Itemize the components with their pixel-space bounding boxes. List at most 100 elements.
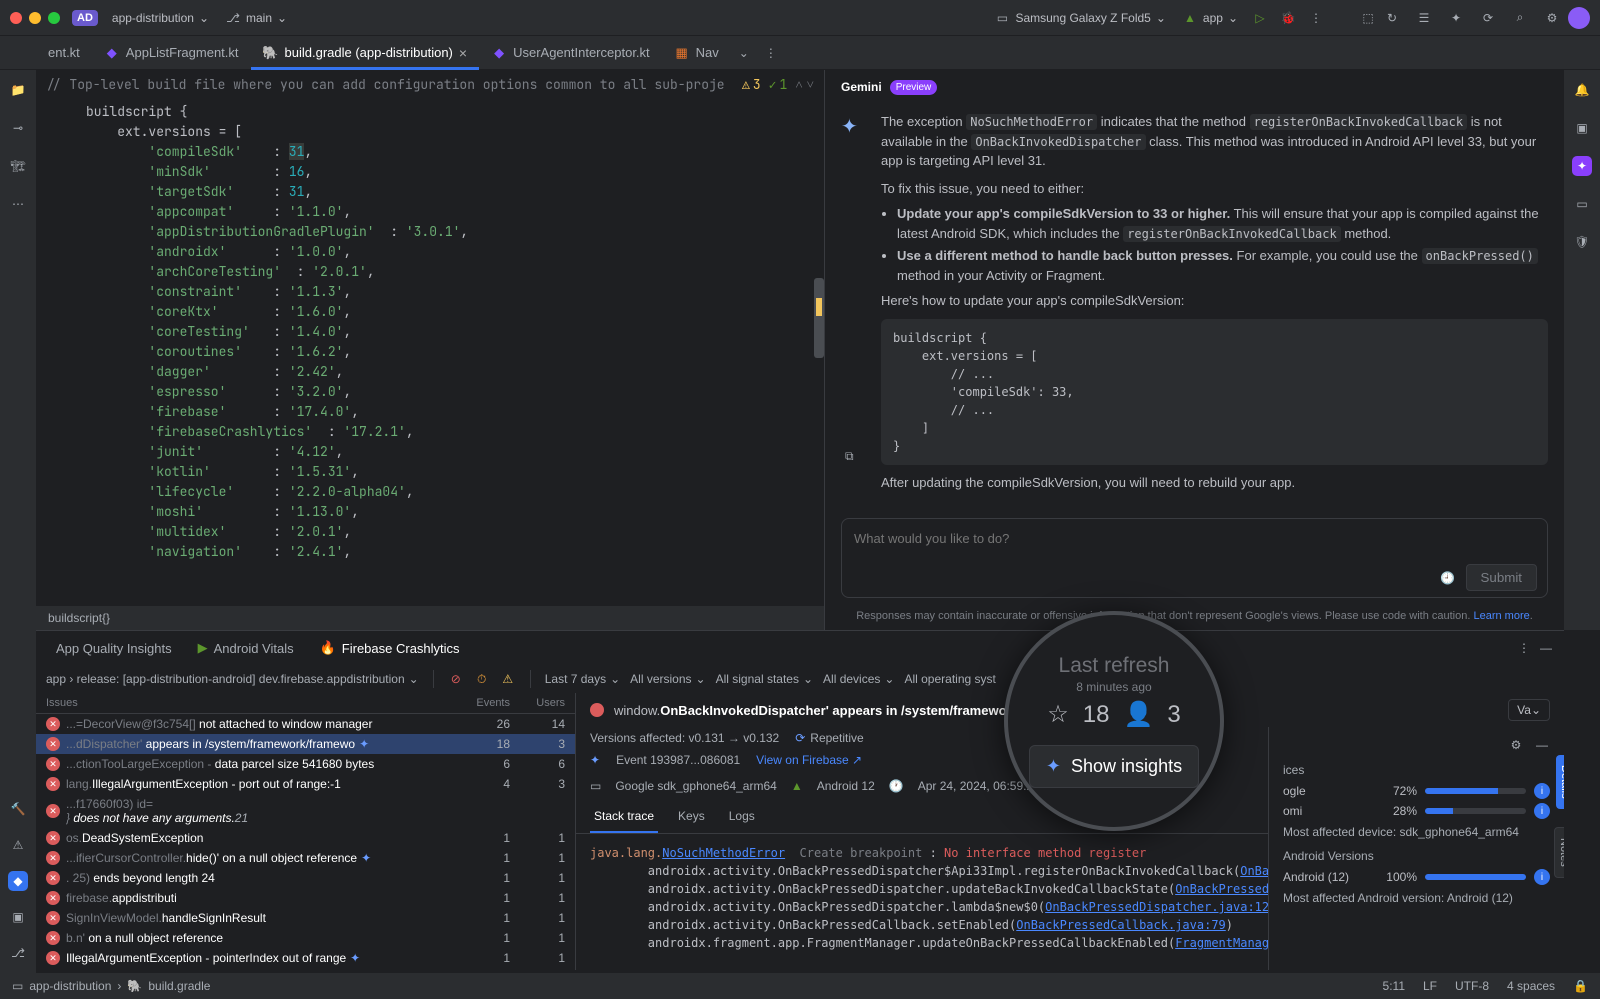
panel-settings-icon[interactable]: ⚙ [1508,737,1524,753]
list-icon[interactable]: ☰ [1416,10,1432,26]
tab-vitals[interactable]: ▶Android Vitals [188,634,304,662]
os-filter[interactable]: All operating syst [904,672,995,686]
nav-up[interactable]: ˄ [795,76,802,93]
tab-nav[interactable]: ▦Nav [662,36,731,70]
device-selector[interactable]: ▭Samsung Galaxy Z Fold5⌄ [986,6,1173,30]
panel-collapse-icon[interactable]: — [1534,737,1550,753]
layout-inspector-icon[interactable]: ▣ [1572,118,1592,138]
signal-filter[interactable]: All signal states ⌄ [716,672,813,686]
copy-icon[interactable]: ⧉ [845,447,854,465]
variant-dropdown[interactable]: Va⌄ [1508,699,1550,721]
issue-row[interactable]: ✕SignInViewModel.handleSignInResult11 [36,908,575,928]
issue-row[interactable]: ✕. 25) ends beyond length 2411 [36,868,575,888]
nav-down[interactable]: ˅ [807,76,814,93]
aqi-icon[interactable]: ◆ [8,871,28,891]
learn-more-link[interactable]: Learn more [1473,610,1529,622]
device-filter[interactable]: All devices ⌄ [823,672,894,686]
run-button[interactable]: ▷ [1252,10,1268,26]
panel-more[interactable]: ⋮ [1516,640,1532,656]
show-insights-button[interactable]: ✦Show insights [1029,745,1199,788]
project-dropdown[interactable]: app-distribution⌄ [104,7,217,29]
issue-row[interactable]: ✕firebase.appdistributi11 [36,888,575,908]
vcs-icon[interactable]: ⎇ [8,943,28,963]
encoding[interactable]: UTF-8 [1455,979,1489,993]
info-icon[interactable]: i [1534,803,1550,819]
info-icon[interactable]: i [1534,869,1550,885]
tab-aqi[interactable]: App Quality Insights [46,635,182,662]
notes-tab[interactable]: Notes [1554,827,1564,878]
issue-row[interactable]: ✕...ifierCursorController.hide()' on a n… [36,848,575,868]
close-window[interactable] [10,12,22,24]
tab-build-gradle[interactable]: 🐘build.gradle (app-distribution)× [251,36,480,70]
issue-row[interactable]: ✕IllegalArgumentException - pointerIndex… [36,948,575,968]
warning-count[interactable]: ⚠3 [742,76,761,93]
device-manager-icon[interactable]: ▭ [1572,194,1592,214]
issue-row[interactable]: ✕os.DeadSystemException11 [36,828,575,848]
tab-logs[interactable]: Logs [725,801,759,833]
crumb-file[interactable]: build.gradle [148,979,210,993]
minimize-window[interactable] [29,12,41,24]
commit-tool-icon[interactable]: ⊸ [8,118,28,138]
branch-dropdown[interactable]: ⎇main⌄ [217,6,295,30]
terminal-icon[interactable]: ▣ [8,907,28,927]
info-icon[interactable]: i [1534,783,1550,799]
filter-fatal[interactable]: ⊘ [448,671,464,687]
view-firebase-link[interactable]: View on Firebase ↗ [756,753,862,767]
history-icon[interactable]: 🕘 [1440,570,1456,586]
tabs-dropdown[interactable]: ⌄ [731,38,757,68]
close-tab-icon[interactable]: × [459,45,467,61]
indent[interactable]: 4 spaces [1507,979,1555,993]
issue-row[interactable]: ✕b.n' on a null object reference11 [36,928,575,948]
details-tab[interactable]: Details [1556,755,1564,809]
tab-ent[interactable]: ent.kt [36,36,92,70]
run-config[interactable]: ▲app⌄ [1174,6,1246,30]
build-icon[interactable]: 🔨 [8,799,28,819]
gemini-code-block: ⧉buildscript { ext.versions = [ // ... '… [881,319,1548,465]
tab-useragent[interactable]: ◆UserAgentInterceptor.kt [479,36,662,70]
filter-anr[interactable]: ⚠ [500,671,516,687]
avatar[interactable] [1568,7,1590,29]
tab-crashlytics[interactable]: 🔥Firebase Crashlytics [310,634,470,662]
scrollbar[interactable] [814,278,824,358]
project-tool-icon[interactable]: 📁 [8,80,28,100]
check-count[interactable]: ✓1 [769,76,788,93]
problems-icon[interactable]: ⚠ [8,835,28,855]
issue-row[interactable]: ✕...dDispatcher' appears in /system/fram… [36,734,575,754]
search-icon[interactable]: ⌕ [1512,10,1528,26]
filter-nonfatal[interactable]: ⏱ [474,671,490,687]
gemini-tool-icon[interactable]: ✦ [1572,156,1592,176]
inspect-icon[interactable]: ✦ [1448,10,1464,26]
version-filter[interactable]: All versions ⌄ [630,672,705,686]
reload-icon[interactable]: ↻ [1384,10,1400,26]
issue-row[interactable]: ✕...=DecorView@f3c754[] not attached to … [36,714,575,734]
code-with-me-icon[interactable]: ⬚ [1360,10,1376,26]
crumb-project[interactable]: app-distribution [29,979,111,993]
tab-stacktrace[interactable]: Stack trace [590,801,658,833]
tab-keys[interactable]: Keys [674,801,709,833]
settings-icon[interactable]: ⚙ [1544,10,1560,26]
emulator-icon[interactable]: 🛡 [1572,232,1592,252]
structure-tool-icon[interactable]: 🏗 [8,156,28,176]
more-actions[interactable]: ⋮ [1308,10,1324,26]
more-tools-icon[interactable]: ⋯ [8,194,28,214]
issue-row[interactable]: ✕lang.IllegalArgumentException - port ou… [36,774,575,794]
debug-button[interactable]: 🐞 [1280,10,1296,26]
readonly-icon[interactable]: 🔒 [1573,979,1588,993]
gemini-input[interactable] [842,519,1547,558]
notifications-icon[interactable]: 🔔 [1572,80,1592,100]
issue-row[interactable]: ✕...f17660f03) id=} does not have any ar… [36,794,575,828]
panel-minimize[interactable]: — [1538,640,1554,656]
issue-row[interactable]: ✕...ctionTooLargeException - data parcel… [36,754,575,774]
line-ending[interactable]: LF [1423,979,1437,993]
time-filter[interactable]: Last 7 days ⌄ [545,672,620,686]
tab-applistfragment[interactable]: ◆AppListFragment.kt [92,36,251,70]
maximize-window[interactable] [48,12,60,24]
code-area[interactable]: buildscript { ext.versions = [ 'compileS… [36,98,824,606]
app-path-dropdown[interactable]: app › release: [app-distribution-android… [46,672,419,686]
sync-icon[interactable]: ⟳ [1480,10,1496,26]
submit-button[interactable]: Submit [1466,564,1537,591]
tabs-more[interactable]: ⋮ [757,38,785,68]
file-comment: // Top-level build file where you can ad… [46,76,725,93]
cursor-position[interactable]: 5:11 [1383,979,1405,993]
code-breadcrumb[interactable]: buildscript{} [36,606,824,630]
